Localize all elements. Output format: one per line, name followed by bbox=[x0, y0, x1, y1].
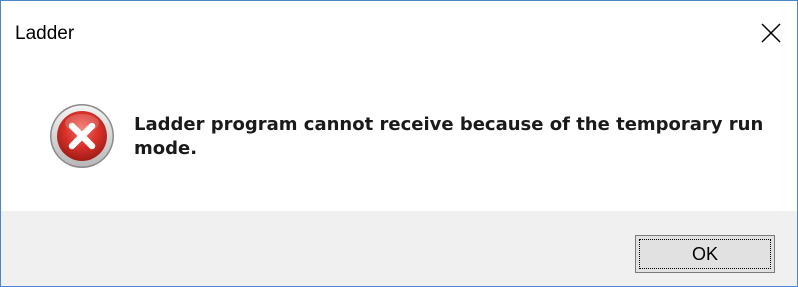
close-button[interactable] bbox=[751, 13, 791, 53]
ok-button-label: OK bbox=[691, 243, 718, 264]
close-icon bbox=[761, 23, 781, 43]
error-dialog: Ladder Ladder program cannot receive bec… bbox=[0, 0, 798, 287]
error-message: Ladder program cannot receive because of… bbox=[134, 114, 764, 159]
window-title: Ladder bbox=[15, 23, 75, 44]
error-icon bbox=[50, 104, 114, 168]
button-bar: OK bbox=[1, 211, 797, 286]
title-bar: Ladder bbox=[1, 1, 797, 65]
message-area: Ladder program cannot receive because of… bbox=[1, 65, 797, 211]
ok-button[interactable]: OK bbox=[635, 235, 775, 273]
